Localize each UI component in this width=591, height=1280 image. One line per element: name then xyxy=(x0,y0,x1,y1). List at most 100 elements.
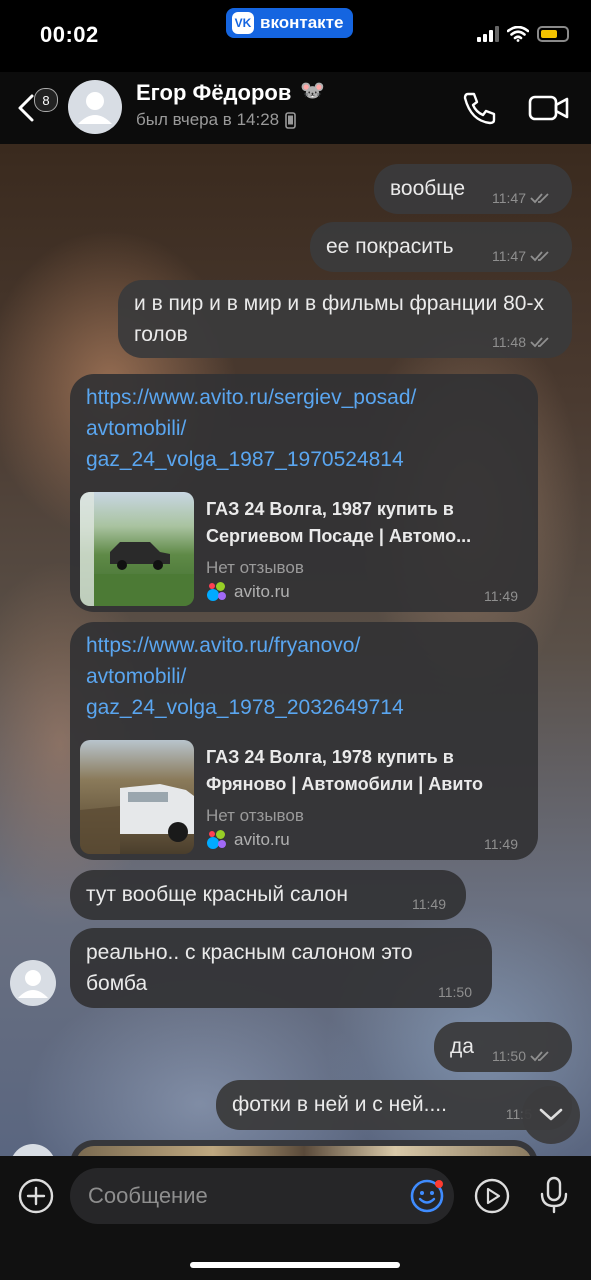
link-preview-domain-text: avito.ru xyxy=(234,582,290,601)
message-bubble-incoming-link[interactable]: https://www.avito.ru/sergiev_posad/ avto… xyxy=(70,374,538,612)
message-time: 11:49 xyxy=(484,588,518,604)
message-text: реально.. с красным салоном это бомба xyxy=(86,941,413,995)
chat-messages-area[interactable]: вообще 11:47 ее покрасить 11:47 и в пир … xyxy=(0,144,591,1156)
message-link[interactable]: https://www.avito.ru/fryanovo/ avtomobil… xyxy=(86,630,404,723)
vk-logo-icon: VK xyxy=(232,12,254,34)
message-bubble-outgoing[interactable]: фотки в ней и с ней.... 11:5 xyxy=(216,1080,572,1130)
message-link[interactable]: https://www.avito.ru/sergiev_posad/ avto… xyxy=(86,382,416,475)
read-checkmarks-icon xyxy=(530,193,549,204)
contact-avatar[interactable] xyxy=(68,80,122,134)
wifi-icon xyxy=(507,26,529,42)
link-preview-thumbnail xyxy=(80,740,194,854)
link-preview-card[interactable]: ГАЗ 24 Волга, 1987 купить в Сергиевом По… xyxy=(80,492,538,606)
unread-count-badge: 8 xyxy=(34,88,58,112)
read-checkmarks-icon xyxy=(530,1051,549,1062)
message-meta: 11:49 xyxy=(484,588,518,604)
message-link-line: gaz_24_volga_1987_1970524814 xyxy=(86,448,404,471)
sender-avatar[interactable] xyxy=(10,1144,56,1156)
message-text: фотки в ней и с ней.... xyxy=(232,1093,447,1116)
message-time: 11:49 xyxy=(484,836,518,852)
message-input-placeholder: Сообщение xyxy=(88,1183,208,1208)
message-link-line: https://www.avito.ru/sergiev_posad/ xyxy=(86,386,417,409)
message-bubble-incoming-photo[interactable] xyxy=(70,1140,538,1156)
link-preview-domain: avito.ru xyxy=(206,576,290,607)
link-preview-domain: avito.ru xyxy=(206,824,290,855)
message-meta: 11:47 xyxy=(492,190,552,206)
sender-avatar[interactable] xyxy=(10,960,56,1006)
message-bubble-incoming-link[interactable]: https://www.avito.ru/fryanovo/ avtomobil… xyxy=(70,622,538,860)
read-checkmarks-icon xyxy=(530,337,549,348)
link-preview-thumbnail xyxy=(80,492,194,606)
message-text: вообще xyxy=(390,177,466,200)
contact-last-seen-text: был вчера в 14:28 xyxy=(136,110,280,129)
message-text: да xyxy=(450,1035,474,1058)
message-bubble-incoming[interactable]: тут вообще красный салон 11:49 xyxy=(70,870,466,920)
photo-attachment[interactable] xyxy=(76,1146,532,1156)
message-meta: 11:49 xyxy=(412,896,446,912)
message-link-line: avtomobili/ xyxy=(86,665,187,688)
message-bubble-incoming[interactable]: реально.. с красным салоном это бомба 11… xyxy=(70,928,492,1008)
message-link-line: https://www.avito.ru/fryanovo/ xyxy=(86,634,361,657)
message-meta: 11:50 xyxy=(492,1048,552,1064)
message-bubble-outgoing[interactable]: да 11:50 xyxy=(434,1022,572,1072)
emoji-button[interactable] xyxy=(408,1177,446,1215)
video-message-button[interactable] xyxy=(470,1174,514,1218)
contact-status-emoji: 🐭 xyxy=(300,80,325,102)
message-time: 11:48 xyxy=(492,334,526,350)
home-indicator[interactable] xyxy=(190,1262,400,1268)
status-bar: 00:02 VK вконтакте xyxy=(0,0,591,72)
chevron-down-icon xyxy=(539,1108,563,1121)
message-time: 11:47 xyxy=(492,248,526,264)
message-text: ее покрасить xyxy=(326,235,454,258)
message-time: 11:50 xyxy=(492,1048,526,1064)
status-icons xyxy=(477,26,569,42)
avito-logo-icon xyxy=(206,581,228,603)
message-input[interactable]: Сообщение xyxy=(70,1168,454,1224)
message-bubble-outgoing[interactable]: и в пир и в мир и в фильмы франции 80-х … xyxy=(118,280,572,358)
car-photo-image xyxy=(80,492,194,606)
message-text: тут вообще красный салон xyxy=(86,883,348,906)
avatar-placeholder-icon xyxy=(78,92,112,124)
emoji-icon xyxy=(410,1179,444,1213)
back-button[interactable]: 8 xyxy=(10,82,60,132)
message-link-line: gaz_24_volga_1978_2032649714 xyxy=(86,696,404,719)
car-photo-image xyxy=(80,784,194,854)
message-time: 11:50 xyxy=(438,984,472,1000)
link-preview-title: ГАЗ 24 Волга, 1978 купить в Фряново | Ав… xyxy=(206,747,484,794)
message-meta: 11:50 xyxy=(438,984,472,1000)
attach-button[interactable] xyxy=(16,1176,56,1216)
message-meta: 11:49 xyxy=(484,836,518,852)
call-button[interactable] xyxy=(458,86,502,130)
message-time: 11:47 xyxy=(492,190,526,206)
video-message-icon xyxy=(474,1178,510,1214)
avatar-placeholder-icon xyxy=(18,970,48,998)
status-time: 00:02 xyxy=(40,22,99,47)
mic-icon xyxy=(540,1176,568,1214)
message-link-line: avtomobili/ xyxy=(86,417,187,440)
avito-logo-icon xyxy=(206,829,228,851)
vk-app-badge[interactable]: VK вконтакте xyxy=(226,8,354,38)
plus-icon xyxy=(18,1178,54,1214)
phone-icon xyxy=(463,92,496,125)
link-preview-title: ГАЗ 24 Волга, 1987 купить в Сергиевом По… xyxy=(206,499,472,546)
battery-level xyxy=(541,30,557,38)
contact-last-seen: был вчера в 14:28 xyxy=(136,110,296,130)
message-time: 11:49 xyxy=(412,896,446,912)
message-bubble-outgoing[interactable]: ее покрасить 11:47 xyxy=(310,222,572,272)
read-checkmarks-icon xyxy=(530,251,549,262)
chat-header: 8 Егор Фёдоров 🐭 был вчера в 14:28 xyxy=(0,72,591,144)
message-bubble-outgoing[interactable]: вообще 11:47 xyxy=(374,164,572,214)
voice-message-button[interactable] xyxy=(532,1172,576,1216)
signal-icon xyxy=(477,26,499,42)
scroll-down-button[interactable] xyxy=(522,1086,580,1144)
link-preview-card[interactable]: ГАЗ 24 Волга, 1978 купить в Фряново | Ав… xyxy=(80,740,538,854)
message-meta: 11:48 xyxy=(492,334,552,350)
contact-name[interactable]: Егор Фёдоров xyxy=(136,80,291,106)
message-meta: 11:47 xyxy=(492,248,552,264)
battery-icon xyxy=(537,26,569,42)
mobile-device-icon xyxy=(285,111,296,129)
video-call-icon xyxy=(528,95,569,121)
video-call-button[interactable] xyxy=(526,86,572,130)
vk-app-badge-label: вконтакте xyxy=(260,13,344,32)
link-preview-domain-text: avito.ru xyxy=(234,830,290,849)
